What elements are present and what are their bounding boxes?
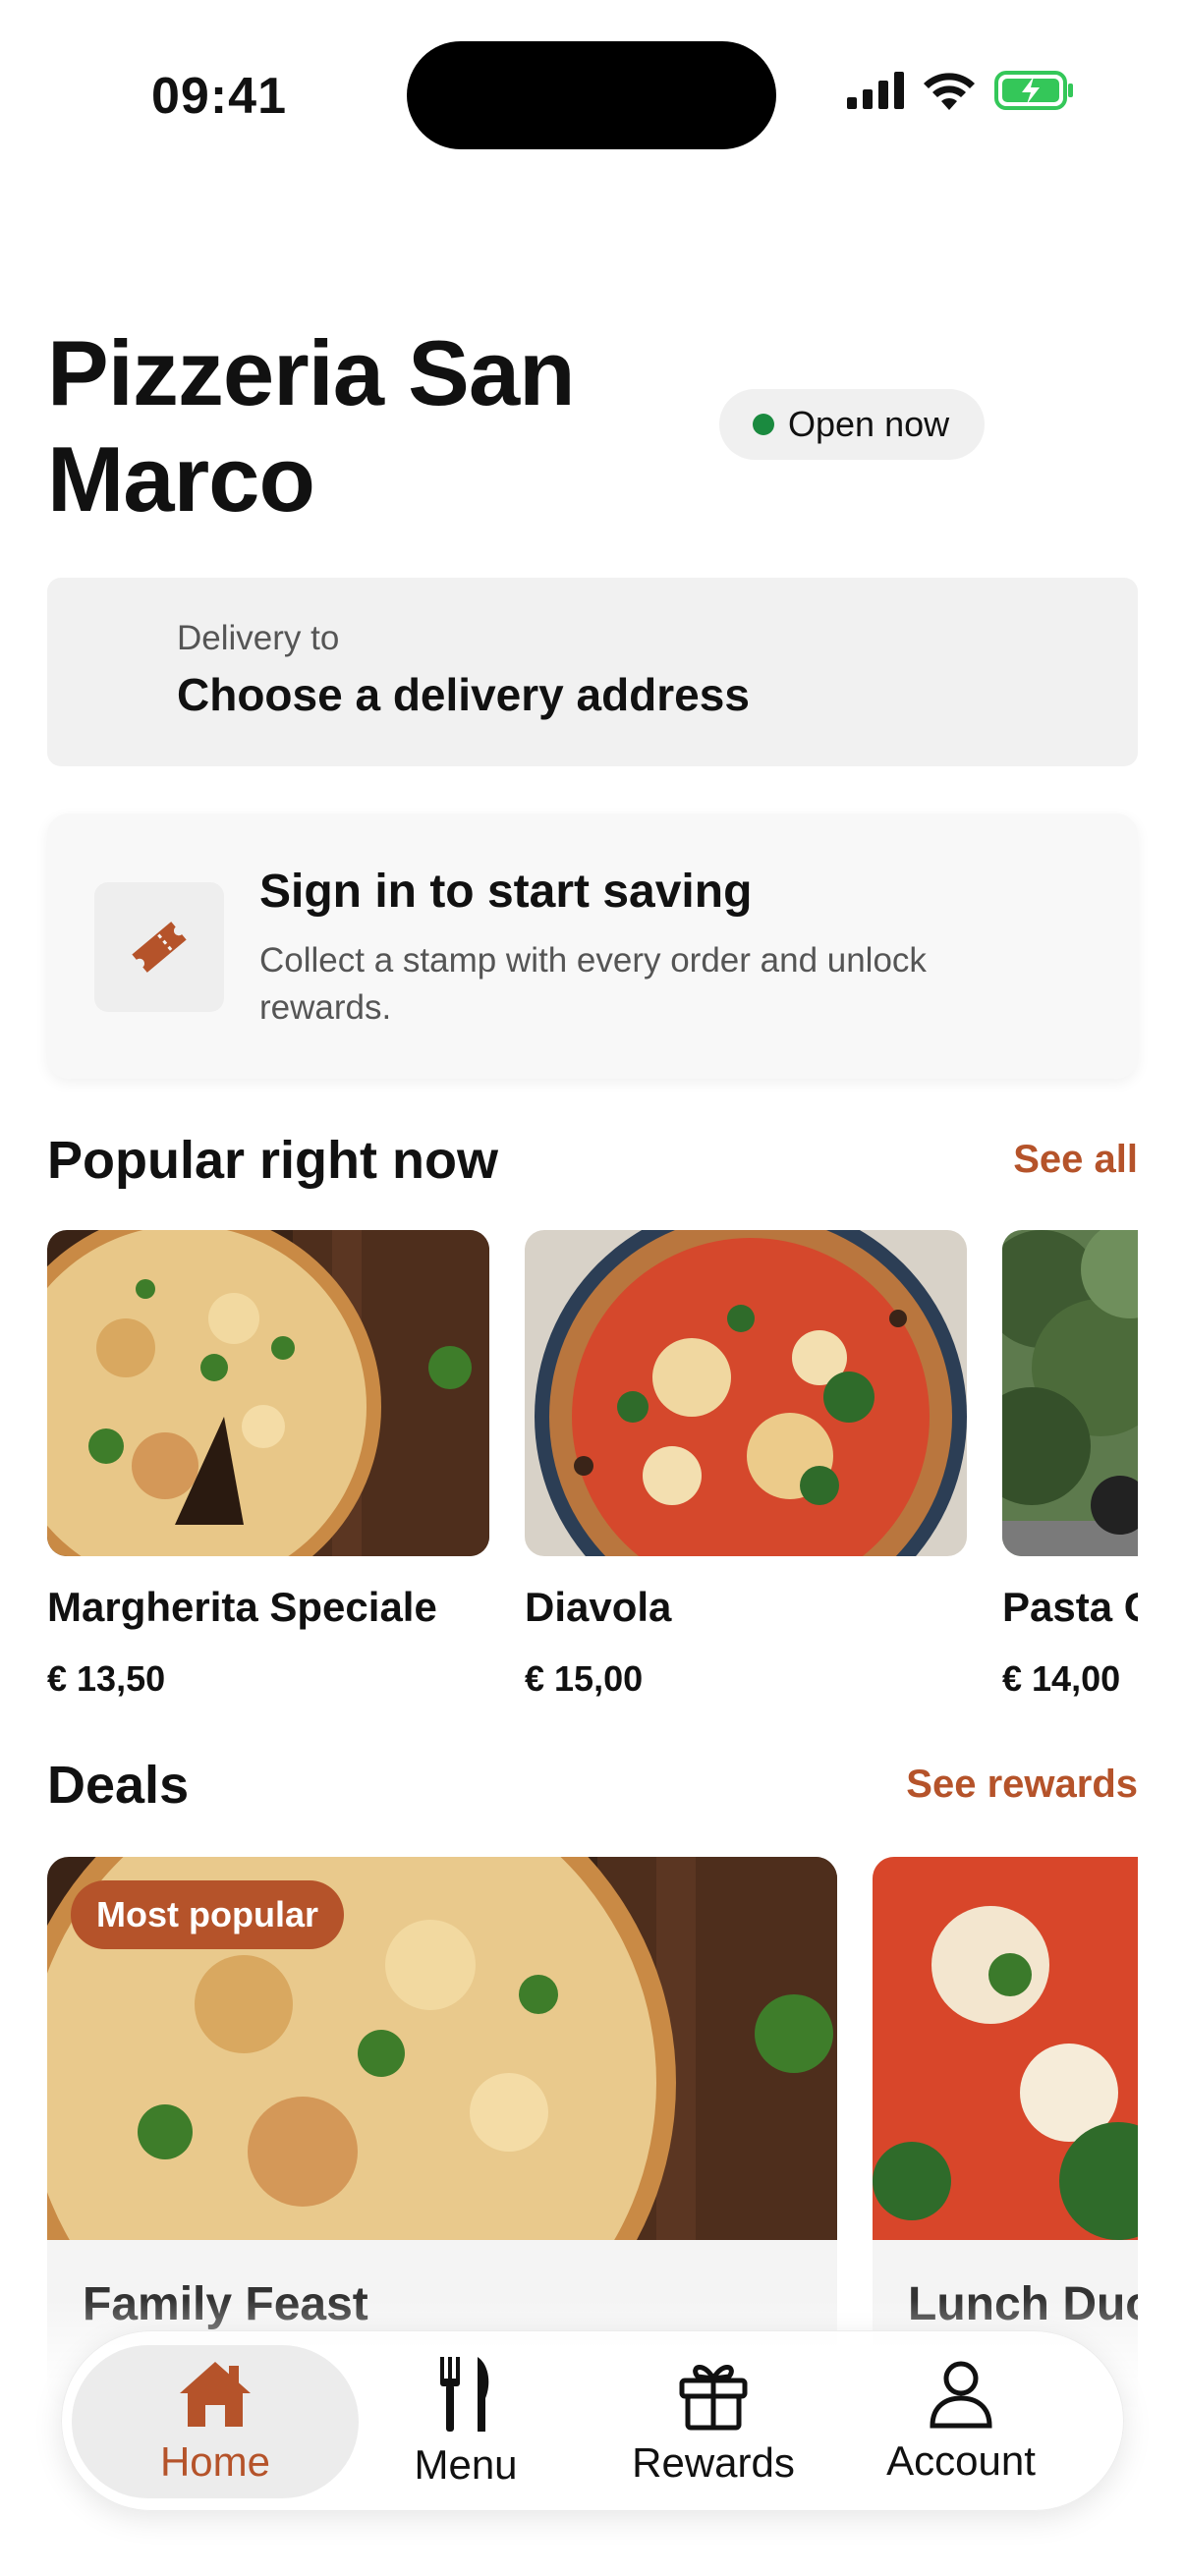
page-title: Pizzeria San Marco — [47, 321, 576, 531]
delivery-label: Delivery to — [177, 619, 340, 657]
bottom-tab-bar: Home Menu Rewards Account — [61, 2330, 1124, 2511]
popular-item-image — [1002, 1230, 1138, 1556]
loyalty-sign-in-card[interactable]: Sign in to start saving Collect a stamp … — [47, 813, 1138, 1079]
see-all-link[interactable]: See all — [1013, 1138, 1138, 1182]
gift-icon — [679, 2365, 748, 2431]
status-icons — [847, 71, 1075, 110]
status-time: 09:41 — [151, 68, 287, 125]
popular-item-card[interactable]: Diavola € 15,00 — [525, 1230, 967, 1699]
status-badge-label: Open now — [788, 404, 950, 444]
deal-image: Most popular — [47, 1857, 837, 2240]
deals-section-title: Deals — [47, 1756, 190, 1815]
status-badge: Open now — [719, 389, 986, 460]
signal-icon — [847, 72, 904, 109]
tab-home-label: Home — [159, 2438, 271, 2485]
battery-charging-icon — [994, 71, 1073, 110]
popular-item-card[interactable]: Margherita Speciale € 13,50 — [47, 1230, 489, 1699]
home-icon — [180, 2362, 251, 2427]
popular-item-name: Diavola — [525, 1584, 672, 1630]
deal-image — [873, 1857, 1138, 2240]
popular-item-price: € 14,00 — [1002, 1658, 1121, 1699]
tab-rewards-label: Rewards — [632, 2439, 795, 2486]
popular-item-price: € 15,00 — [525, 1658, 644, 1699]
dynamic-island — [407, 41, 776, 149]
fork-knife-icon — [440, 2357, 489, 2432]
wifi-icon — [924, 73, 975, 110]
tab-rewards[interactable]: Rewards — [591, 2345, 836, 2498]
popular-item-card[interactable]: Pasta C € 14,00 — [1002, 1230, 1138, 1699]
deal-badge: Most popular — [71, 1880, 344, 1949]
tab-home[interactable]: Home — [72, 2345, 359, 2498]
tab-account-label: Account — [886, 2437, 1036, 2484]
popular-section-title: Popular right now — [47, 1131, 498, 1190]
open-status-dot — [753, 414, 774, 435]
tab-account[interactable]: Account — [838, 2345, 1084, 2498]
tab-menu[interactable]: Menu — [343, 2345, 589, 2498]
delivery-address-selector[interactable]: Delivery to Choose a delivery address — [47, 578, 1138, 766]
popular-item-image — [47, 1230, 489, 1556]
popular-carousel[interactable]: Margherita Speciale € 13,50 Diavola € 15… — [47, 1230, 1138, 1721]
status-bar: 09:41 — [0, 0, 1185, 187]
popular-item-image — [525, 1230, 967, 1556]
popular-item-price: € 13,50 — [47, 1658, 166, 1699]
person-icon — [930, 2361, 992, 2429]
ticket-icon — [132, 922, 187, 973]
loyalty-title: Sign in to start saving — [259, 866, 753, 918]
delivery-address-value: Choose a delivery address — [177, 669, 750, 720]
popular-item-name: Pasta C — [1002, 1584, 1138, 1630]
see-rewards-link[interactable]: See rewards — [906, 1763, 1138, 1807]
loyalty-icon-container — [94, 882, 224, 1012]
loyalty-description: Collect a stamp with every order and unl… — [259, 941, 927, 1027]
popular-item-name: Margherita Speciale — [47, 1584, 437, 1630]
tab-menu-label: Menu — [414, 2441, 518, 2488]
